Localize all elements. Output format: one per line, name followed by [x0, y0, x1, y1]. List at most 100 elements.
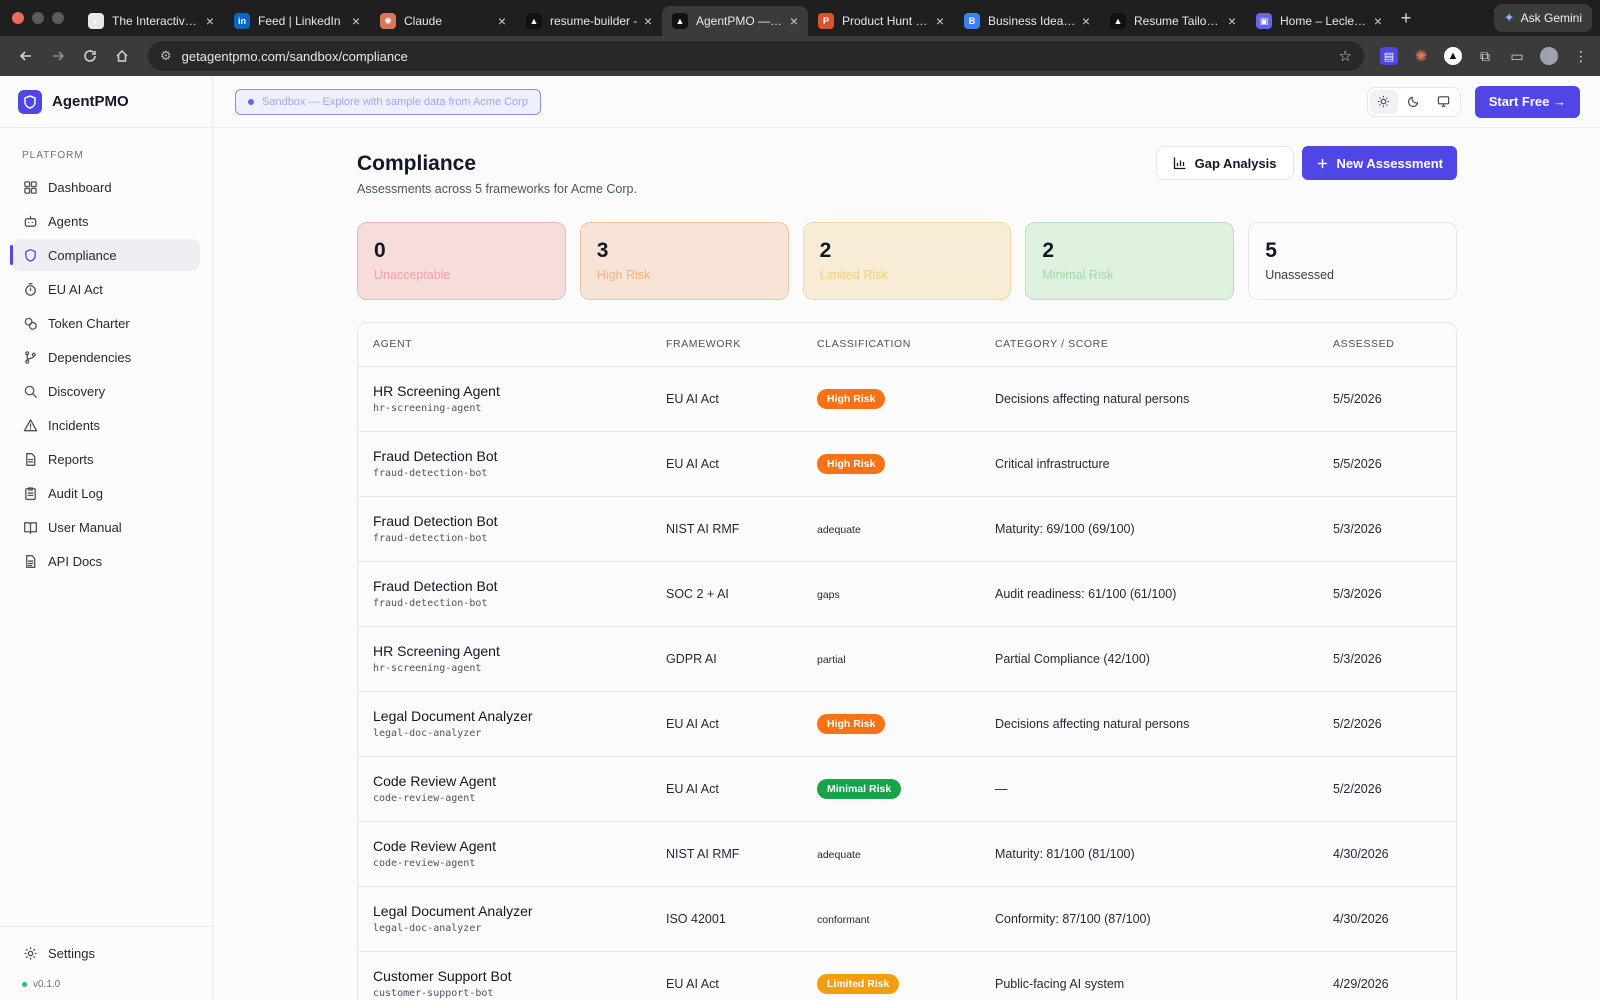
brand[interactable]: AgentPMO: [0, 76, 212, 128]
close-icon[interactable]: ×: [936, 13, 944, 29]
close-icon[interactable]: ×: [498, 13, 506, 29]
cell-category-score: Conformity: 87/100 (87/100): [980, 886, 1318, 952]
table-row[interactable]: HR Screening Agent hr-screening-agent EU A…: [358, 366, 1456, 432]
agent-slug: fraud-detection-bot: [373, 598, 488, 609]
stat-card-minimal[interactable]: 2 Minimal Risk: [1025, 222, 1235, 300]
stat-card-unacc[interactable]: 0 Unacceptable: [357, 222, 566, 300]
stat-value: 2: [819, 239, 832, 262]
column-header-category[interactable]: CATEGORY / SCORE: [980, 323, 1318, 367]
close-icon[interactable]: ×: [1228, 13, 1236, 29]
close-icon[interactable]: ×: [206, 13, 214, 29]
browser-tab[interactable]: ▣ Home – Leclezio ×: [1246, 6, 1392, 36]
table-row[interactable]: Fraud Detection Bot fraud-detection-bot EU…: [358, 431, 1456, 497]
column-header-assessed[interactable]: ASSESSED: [1318, 323, 1456, 367]
close-icon[interactable]: ×: [644, 13, 652, 29]
light-theme-button[interactable]: [1369, 89, 1398, 114]
claude-extension-icon[interactable]: ✺: [1412, 47, 1430, 65]
sidepanel-icon[interactable]: ▭: [1508, 47, 1526, 65]
column-header-framework[interactable]: FRAMEWORK: [651, 323, 802, 367]
cell-agent: Code Review Agent code-review-agent: [358, 821, 651, 887]
sidebar-item-user-manual[interactable]: User Manual: [12, 511, 200, 543]
sidebar-item-discovery[interactable]: Discovery: [12, 375, 200, 407]
classification-text: gaps: [817, 588, 840, 601]
extension-icon[interactable]: ▤: [1380, 47, 1398, 65]
start-free-button[interactable]: Start Free →: [1474, 85, 1580, 118]
sidebar-item-label: API Docs: [48, 553, 103, 569]
agent-name[interactable]: HR Screening Agent: [373, 643, 636, 659]
close-icon[interactable]: ×: [1082, 13, 1090, 29]
sidebar-item-dashboard[interactable]: Dashboard: [12, 171, 200, 203]
browser-tab[interactable]: B Business Idea Va ×: [954, 6, 1100, 36]
stat-card-unass[interactable]: 5 Unassessed: [1248, 222, 1457, 300]
table-row[interactable]: Customer Support Bot customer-support-bot…: [358, 951, 1456, 1000]
table-row[interactable]: Code Review Agent code-review-agent NIST A…: [358, 821, 1456, 887]
close-icon[interactable]: ×: [352, 13, 360, 29]
sidebar-item-agents[interactable]: Agents: [12, 205, 200, 237]
browser-tab[interactable]: in Feed | LinkedIn ×: [224, 6, 370, 36]
bookmark-star-icon[interactable]: ☆: [1339, 47, 1352, 65]
back-button[interactable]: [10, 40, 42, 72]
classification-text: adequate: [817, 848, 861, 861]
new-tab-button[interactable]: +: [1392, 8, 1420, 29]
table-row[interactable]: Code Review Agent code-review-agent EU AI …: [358, 756, 1456, 822]
gear-icon: [22, 945, 38, 961]
agent-name[interactable]: Customer Support Bot: [373, 968, 636, 984]
agent-name[interactable]: HR Screening Agent: [373, 383, 636, 399]
sidebar-item-settings[interactable]: Settings: [12, 937, 200, 969]
maximize-window-button[interactable]: [52, 12, 64, 24]
sidebar-item-api-docs[interactable]: API Docs: [12, 545, 200, 577]
column-header-classification[interactable]: CLASSIFICATION: [802, 323, 980, 367]
table-header-row: AGENT FRAMEWORK CLASSIFICATION CATEGORY …: [358, 323, 1456, 367]
cell-agent: Legal Document Analyzer legal-doc-analyze…: [358, 691, 651, 757]
table-row[interactable]: Fraud Detection Bot fraud-detection-bot NI…: [358, 496, 1456, 562]
cell-framework: NIST AI RMF: [651, 821, 802, 887]
ask-gemini-button[interactable]: ✦ Ask Gemini: [1493, 4, 1592, 32]
puzzle-icon[interactable]: ⧉: [1476, 47, 1494, 65]
browser-tab[interactable]: ✺ Claude ×: [370, 6, 516, 36]
browser-tab[interactable]: ▲ Resume Tailor — ×: [1100, 6, 1246, 36]
address-bar[interactable]: ⚙ getagentpmo.com/sandbox/compliance ☆: [148, 41, 1364, 71]
stat-card-high[interactable]: 3 High Risk: [579, 222, 789, 300]
minimize-window-button[interactable]: [32, 12, 44, 24]
agent-name[interactable]: Legal Document Analyzer: [373, 903, 636, 919]
new-assessment-button[interactable]: New Assessment: [1301, 146, 1457, 180]
sidebar-item-eu-ai-act[interactable]: EU AI Act: [12, 273, 200, 305]
agent-name[interactable]: Fraud Detection Bot: [373, 578, 636, 594]
sidebar-item-reports[interactable]: Reports: [12, 443, 200, 475]
sidebar-item-compliance[interactable]: Compliance: [10, 239, 200, 271]
agent-name[interactable]: Fraud Detection Bot: [373, 448, 636, 464]
sidebar-item-audit-log[interactable]: Audit Log: [12, 477, 200, 509]
column-header-agent[interactable]: AGENT: [358, 323, 651, 367]
gap-analysis-button[interactable]: Gap Analysis: [1155, 146, 1294, 180]
sidebar-item-incidents[interactable]: Incidents: [12, 409, 200, 441]
url-text[interactable]: getagentpmo.com/sandbox/compliance: [182, 49, 1339, 64]
triangle-extension-icon[interactable]: ▲: [1444, 47, 1462, 65]
browser-tab[interactable]: ▲ AgentPMO — AI ×: [662, 6, 808, 36]
dark-theme-button[interactable]: [1400, 90, 1428, 114]
browser-tab[interactable]: ◐ The Interactive P ×: [78, 6, 224, 36]
agent-name[interactable]: Legal Document Analyzer: [373, 708, 636, 724]
kebab-menu-icon[interactable]: ⋮: [1572, 47, 1590, 65]
agent-name[interactable]: Fraud Detection Bot: [373, 513, 636, 529]
sidebar-item-dependencies[interactable]: Dependencies: [12, 341, 200, 373]
table-row[interactable]: HR Screening Agent hr-screening-agent GDPR…: [358, 626, 1456, 692]
profile-avatar[interactable]: [1540, 47, 1558, 65]
agent-name[interactable]: Code Review Agent: [373, 773, 636, 789]
table-row[interactable]: Fraud Detection Bot fraud-detection-bot SO…: [358, 561, 1456, 627]
home-button[interactable]: [106, 40, 138, 72]
close-icon[interactable]: ×: [1374, 13, 1382, 29]
forward-button[interactable]: [42, 40, 74, 72]
sidebar-item-token-charter[interactable]: Token Charter: [12, 307, 200, 339]
close-icon[interactable]: ×: [790, 13, 798, 29]
system-theme-button[interactable]: [1430, 90, 1458, 114]
close-window-button[interactable]: [12, 12, 24, 24]
reload-button[interactable]: [74, 40, 106, 72]
new-assessment-label: New Assessment: [1336, 155, 1443, 171]
browser-tab[interactable]: ▲ resume-builder - ×: [516, 6, 662, 36]
site-settings-icon[interactable]: ⚙: [160, 48, 172, 64]
agent-name[interactable]: Code Review Agent: [373, 838, 636, 854]
stat-card-limited[interactable]: 2 Limited Risk: [802, 222, 1012, 300]
browser-tab[interactable]: P Product Hunt – T ×: [808, 6, 954, 36]
table-row[interactable]: Legal Document Analyzer legal-doc-analyze…: [358, 691, 1456, 757]
table-row[interactable]: Legal Document Analyzer legal-doc-analyze…: [358, 886, 1456, 952]
